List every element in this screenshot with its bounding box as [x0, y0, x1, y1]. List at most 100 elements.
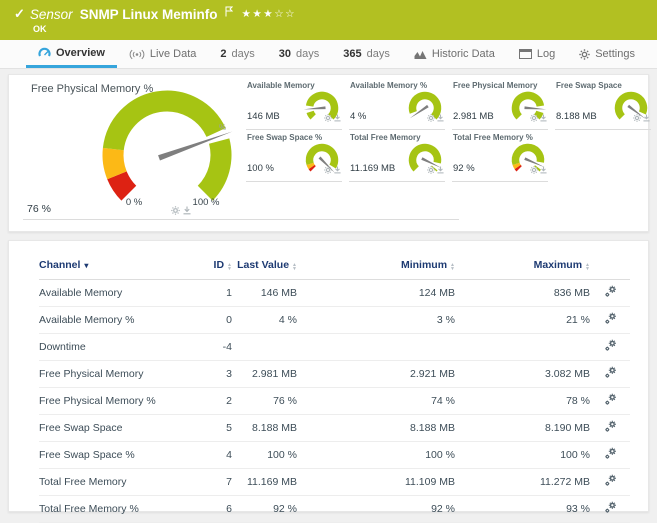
- cell-maximum: 836 MB: [455, 279, 590, 307]
- edit-channel-icon[interactable]: [604, 366, 617, 379]
- edit-channel-icon[interactable]: [604, 393, 617, 406]
- tab-bar: Overview Live Data 2 days 30 days 365 days …: [0, 40, 657, 69]
- cell-last-value: 8.188 MB: [232, 414, 297, 442]
- cell-maximum: 100 %: [455, 441, 590, 469]
- col-minimum[interactable]: Minimum ▲ ▼: [297, 257, 455, 280]
- tile-free-swap-space-pct[interactable]: Free Swap Space % 100 %: [246, 132, 342, 182]
- main-gauge-unit: %: [219, 123, 227, 132]
- cell-channel[interactable]: Free Swap Space: [39, 414, 187, 442]
- table-row[interactable]: Downtime -4: [39, 333, 630, 361]
- tab-historic-data[interactable]: Historic Data: [402, 40, 507, 68]
- col-id[interactable]: ID ▲ ▼: [187, 257, 232, 280]
- priority-flag-icon[interactable]: [225, 4, 234, 22]
- edit-channel-icon[interactable]: [604, 474, 617, 487]
- gear-icon[interactable]: [324, 109, 332, 127]
- table-row[interactable]: Total Free Memory 7 11.169 MB 11.109 MB …: [39, 468, 630, 496]
- tile-free-swap-space[interactable]: Free Swap Space 8.188 MB: [555, 80, 651, 130]
- col-maximum[interactable]: Maximum ▲ ▼: [455, 257, 590, 280]
- cell-maximum: 8.190 MB: [455, 414, 590, 442]
- main-gauge: [102, 90, 233, 201]
- cell-id: 3: [187, 360, 232, 388]
- mini-gauge-grid: Available Memory 146 MB Available Memory…: [246, 80, 651, 182]
- rating-stars[interactable]: ★★★☆☆: [241, 8, 296, 20]
- cell-minimum: [297, 333, 455, 361]
- edit-channel-icon[interactable]: [604, 420, 617, 433]
- gear-icon[interactable]: [530, 109, 538, 127]
- main-gauge-min-label: 0 %: [125, 197, 143, 208]
- download-icon[interactable]: [540, 109, 547, 127]
- download-icon[interactable]: [334, 109, 341, 127]
- col-actions: [590, 257, 630, 280]
- channels-panel: Channel ▾ ID ▲ ▼ Last Value ▲ ▼ Minimum ▲ ▼ Max…: [8, 240, 649, 523]
- col-channel[interactable]: Channel ▾: [39, 257, 187, 280]
- tab-overview-label: Overview: [56, 46, 105, 59]
- cell-id: 6: [187, 495, 232, 523]
- tab-2-days[interactable]: 2 days: [208, 40, 266, 68]
- tile-available-memory[interactable]: Available Memory 146 MB: [246, 80, 342, 130]
- tab-settings[interactable]: Settings: [567, 40, 647, 68]
- cell-last-value: 4 %: [232, 306, 297, 334]
- tab-365-days[interactable]: 365 days: [331, 40, 402, 68]
- tile-available-memory-pct[interactable]: Available Memory % 4 %: [349, 80, 445, 130]
- gauge-icon: [38, 47, 51, 57]
- tile-free-physical-memory[interactable]: Free Physical Memory 2.981 MB: [452, 80, 548, 130]
- table-row[interactable]: Free Physical Memory % 2 76 % 74 % 78 %: [39, 387, 630, 415]
- sort-caret-icon: ▾: [84, 261, 89, 270]
- download-icon[interactable]: [437, 109, 444, 127]
- edit-channel-icon[interactable]: [604, 285, 617, 298]
- cell-minimum: 74 %: [297, 387, 455, 415]
- sort-icon: ▲ ▼: [450, 262, 455, 272]
- tab-live-data[interactable]: Live Data: [117, 40, 208, 68]
- cell-maximum: 21 %: [455, 306, 590, 334]
- gear-icon[interactable]: [530, 161, 538, 179]
- gear-icon[interactable]: [171, 206, 180, 215]
- cell-channel[interactable]: Available Memory %: [39, 306, 187, 334]
- cell-last-value: 2.981 MB: [232, 360, 297, 388]
- tile-total-free-memory[interactable]: Total Free Memory 11.169 MB: [349, 132, 445, 182]
- gear-icon[interactable]: [633, 109, 641, 127]
- col-last-value[interactable]: Last Value ▲ ▼: [232, 257, 297, 280]
- cell-maximum: 78 %: [455, 387, 590, 415]
- table-row[interactable]: Total Free Memory % 6 92 % 92 % 93 %: [39, 495, 630, 523]
- cell-channel[interactable]: Free Swap Space %: [39, 441, 187, 469]
- table-row[interactable]: Available Memory 1 146 MB 124 MB 836 MB: [39, 279, 630, 307]
- cell-last-value: 76 %: [232, 387, 297, 415]
- cell-channel[interactable]: Total Free Memory %: [39, 495, 187, 523]
- download-icon[interactable]: [183, 206, 191, 215]
- table-row[interactable]: Available Memory % 0 4 % 3 % 21 %: [39, 306, 630, 334]
- cell-maximum: [455, 333, 590, 361]
- tab-log[interactable]: Log: [507, 40, 567, 68]
- gear-icon[interactable]: [324, 161, 332, 179]
- download-icon[interactable]: [437, 161, 444, 179]
- edit-channel-icon[interactable]: [604, 312, 617, 325]
- cell-id: 4: [187, 441, 232, 469]
- cell-maximum: 11.272 MB: [455, 468, 590, 496]
- tab-overview[interactable]: Overview: [26, 40, 117, 68]
- cell-channel[interactable]: Downtime: [39, 333, 187, 361]
- edit-channel-icon[interactable]: [604, 447, 617, 460]
- download-icon[interactable]: [540, 161, 547, 179]
- cell-minimum: 100 %: [297, 441, 455, 469]
- cell-last-value: 146 MB: [232, 279, 297, 307]
- cell-channel[interactable]: Total Free Memory: [39, 468, 187, 496]
- download-icon[interactable]: [334, 161, 341, 179]
- download-icon[interactable]: [643, 109, 650, 127]
- cell-id: 0: [187, 306, 232, 334]
- table-row[interactable]: Free Swap Space 5 8.188 MB 8.188 MB 8.19…: [39, 414, 630, 442]
- tab-historic-data-label: Historic Data: [431, 48, 495, 60]
- cell-channel[interactable]: Available Memory: [39, 279, 187, 307]
- edit-channel-icon[interactable]: [604, 339, 617, 352]
- cell-channel[interactable]: Free Physical Memory %: [39, 387, 187, 415]
- tab-30-days[interactable]: 30 days: [267, 40, 332, 68]
- cell-minimum: 124 MB: [297, 279, 455, 307]
- tile-total-free-memory-pct[interactable]: Total Free Memory % 92 %: [452, 132, 548, 182]
- table-row[interactable]: Free Physical Memory 3 2.981 MB 2.921 MB…: [39, 360, 630, 388]
- gear-icon[interactable]: [427, 109, 435, 127]
- edit-channel-icon[interactable]: [604, 501, 617, 514]
- tab-live-data-label: Live Data: [149, 48, 197, 60]
- cell-channel[interactable]: Free Physical Memory: [39, 360, 187, 388]
- table-row[interactable]: Free Swap Space % 4 100 % 100 % 100 %: [39, 441, 630, 469]
- gear-icon[interactable]: [427, 161, 435, 179]
- divider: [23, 219, 459, 220]
- cell-id: -4: [187, 333, 232, 361]
